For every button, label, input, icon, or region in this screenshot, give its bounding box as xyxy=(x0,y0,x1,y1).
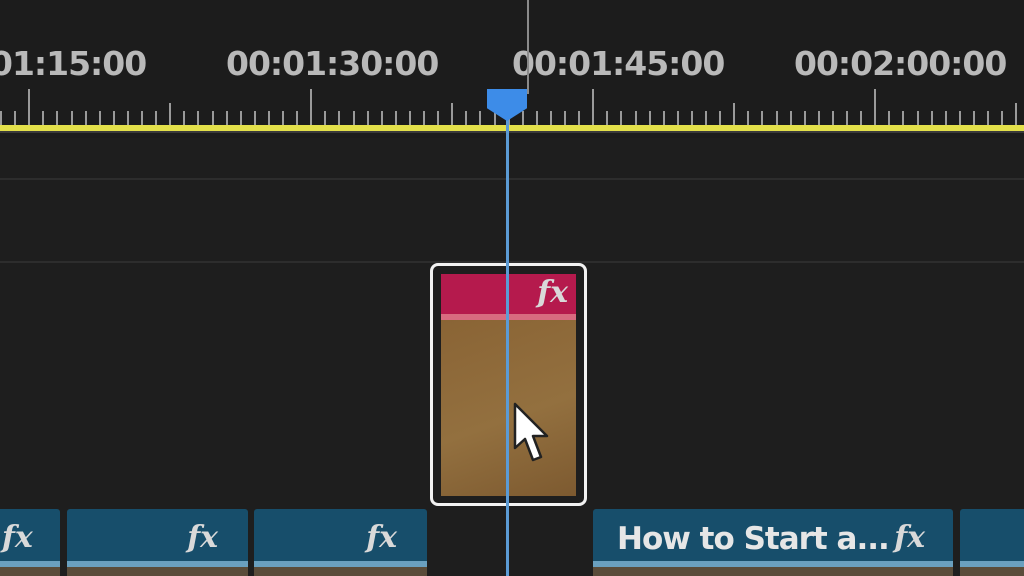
ruler-tick xyxy=(197,111,199,125)
ruler-tick xyxy=(804,111,806,125)
ruler-tick xyxy=(183,111,185,125)
timeline-clip[interactable]: How to Start a... fx xyxy=(593,509,953,576)
ruler-tick xyxy=(536,111,538,125)
ruler-tick xyxy=(310,89,312,125)
ruler-tick xyxy=(381,111,383,125)
ruler-divider xyxy=(0,131,1024,133)
ruler-tick xyxy=(127,111,129,125)
ruler-tick xyxy=(423,111,425,125)
ruler-tick xyxy=(550,111,552,125)
ruler-tick xyxy=(479,111,481,125)
ruler-tick xyxy=(705,111,707,125)
ruler-tick xyxy=(635,111,637,125)
ruler-tick xyxy=(522,111,524,125)
clip-thumbnail xyxy=(0,567,60,576)
ruler-tick xyxy=(113,111,115,125)
ruler-tick xyxy=(338,111,340,125)
ruler-tick xyxy=(324,111,326,125)
ruler-tick xyxy=(155,111,157,125)
ruler-tick xyxy=(28,89,30,125)
ruler-tick xyxy=(564,111,566,125)
timeline-clip[interactable]: fx xyxy=(0,509,60,576)
ruler-tick xyxy=(353,111,355,125)
ruler-tick xyxy=(761,111,763,125)
ruler-tick xyxy=(1001,111,1003,125)
ruler-tick xyxy=(733,103,735,125)
clip-thumbnail xyxy=(960,567,1024,576)
fx-badge-icon[interactable]: fx xyxy=(187,523,218,553)
ruler-tick xyxy=(620,111,622,125)
mouse-pointer-icon xyxy=(513,402,549,462)
ruler-tick xyxy=(874,89,876,125)
ruler-tick xyxy=(71,111,73,125)
ruler-tick xyxy=(296,111,298,125)
ruler-tick xyxy=(212,111,214,125)
ruler-tick xyxy=(85,111,87,125)
ruler-tick xyxy=(917,111,919,125)
clip-name: How to Start a... xyxy=(617,521,890,557)
fx-badge-icon[interactable]: fx xyxy=(2,523,33,553)
timeline-clip[interactable] xyxy=(960,509,1024,576)
fx-badge-icon[interactable]: fx xyxy=(366,523,397,553)
ruler-tick xyxy=(663,111,665,125)
clip-thumbnail xyxy=(67,567,248,576)
ruler-tick xyxy=(367,111,369,125)
timecode-label: 00:01:45:00 xyxy=(512,44,725,83)
ruler-tick xyxy=(240,111,242,125)
fx-badge-icon[interactable]: fx xyxy=(894,523,925,553)
ruler-tick xyxy=(747,111,749,125)
ruler-tick xyxy=(818,111,820,125)
clip-thumbnail xyxy=(593,567,953,576)
ruler-tick xyxy=(677,111,679,125)
ruler-tick xyxy=(451,103,453,125)
ruler-tick xyxy=(931,111,933,125)
ruler-tick xyxy=(169,103,171,125)
ruler-tick xyxy=(945,111,947,125)
ruler-tick xyxy=(42,111,44,125)
fx-badge-icon[interactable]: fx xyxy=(537,278,568,308)
ruler-tick xyxy=(578,111,580,125)
ruler-tick xyxy=(832,111,834,125)
ruler-tick xyxy=(959,111,961,125)
timecode-label: 00:01:30:00 xyxy=(226,44,439,83)
ruler-tick xyxy=(776,111,778,125)
ruler-tick xyxy=(860,111,862,125)
ruler-tick xyxy=(719,111,721,125)
track-divider xyxy=(0,178,1024,180)
ruler-tick xyxy=(0,111,2,125)
ruler-tick xyxy=(409,111,411,125)
timeline-clip[interactable]: fx xyxy=(254,509,427,576)
ruler-tick xyxy=(973,111,975,125)
ruler-tick xyxy=(141,111,143,125)
ruler-tick xyxy=(395,111,397,125)
ruler-tick xyxy=(465,111,467,125)
ruler-tick xyxy=(888,111,890,125)
playhead-guide xyxy=(527,0,529,94)
ruler-tick xyxy=(846,111,848,125)
clip-thumbnail xyxy=(254,567,427,576)
timeline-clip[interactable]: fx xyxy=(67,509,248,576)
ruler-tick xyxy=(1015,103,1017,125)
playhead-line[interactable] xyxy=(506,118,509,576)
ruler-tick xyxy=(282,111,284,125)
ruler-tick xyxy=(437,111,439,125)
ruler-tick xyxy=(14,111,16,125)
ruler-tick xyxy=(99,111,101,125)
ruler-tick xyxy=(56,111,58,125)
ruler-tick xyxy=(606,111,608,125)
ruler-tick xyxy=(691,111,693,125)
ruler-tick xyxy=(790,111,792,125)
timecode-label: 00:02:00:00 xyxy=(794,44,1007,83)
ruler-tick xyxy=(649,111,651,125)
ruler-tick xyxy=(254,111,256,125)
timecode-label: 01:15:00 xyxy=(0,44,147,83)
ruler-tick xyxy=(902,111,904,125)
ruler-tick xyxy=(268,111,270,125)
ruler-tick xyxy=(987,111,989,125)
ruler-tick xyxy=(226,111,228,125)
ruler-tick xyxy=(592,89,594,125)
